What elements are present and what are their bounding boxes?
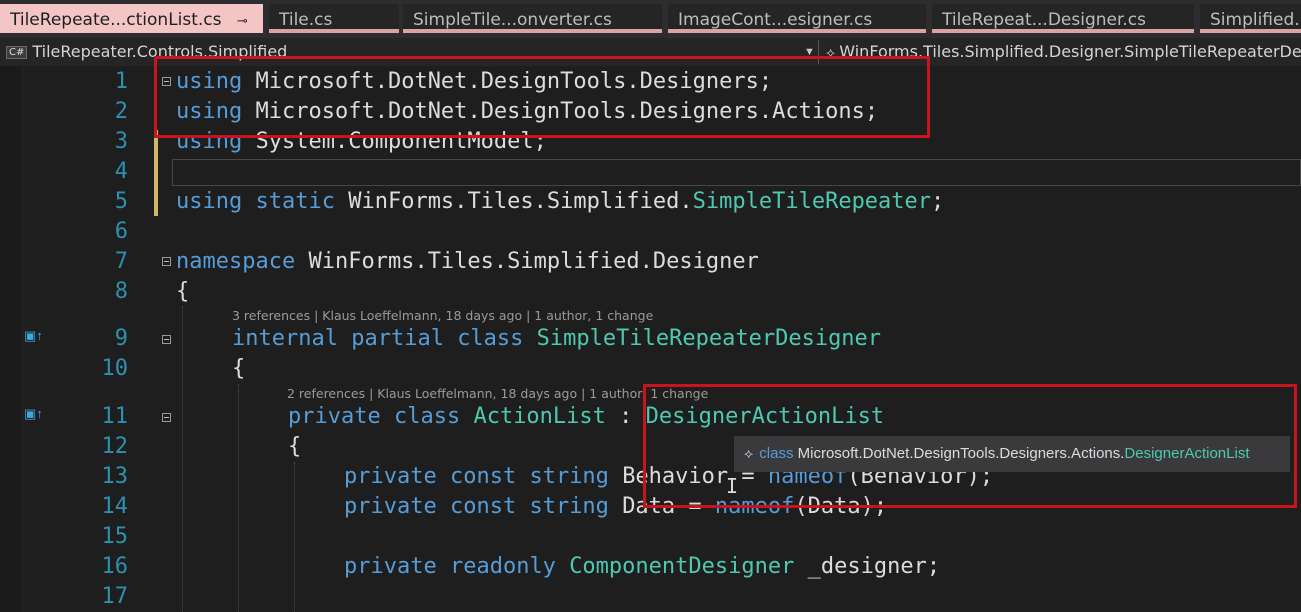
class-symbol-icon: ⟡ bbox=[744, 445, 754, 461]
collapse-region-icon[interactable] bbox=[162, 335, 171, 344]
tab-label: SimpleTile...onverter.cs bbox=[413, 10, 612, 30]
code-line[interactable]: { bbox=[176, 279, 189, 304]
code-editor[interactable]: ▣↑ ▣↑ 1 2 3 4 5 6 7 8 9 10 11 12 13 14 1… bbox=[0, 66, 1301, 612]
line-number: 9 bbox=[114, 326, 128, 351]
line-number: 10 bbox=[101, 356, 129, 381]
tab-imagecont-designer[interactable]: ImageCont...esigner.cs bbox=[668, 4, 926, 33]
tab-label: Simplified... bbox=[1210, 10, 1301, 30]
pin-icon[interactable]: ⊸ bbox=[237, 14, 248, 29]
collapse-region-icon[interactable] bbox=[162, 257, 171, 266]
line-number: 11 bbox=[101, 404, 129, 429]
tooltip-keyword: class bbox=[759, 445, 794, 462]
line-number: 2 bbox=[114, 99, 128, 124]
code-line[interactable]: private readonly ComponentDesigner _desi… bbox=[344, 554, 940, 579]
document-tab-bar: TileRepeate...ctionList.cs ⊸ ● Tile.cs S… bbox=[0, 0, 1301, 38]
tooltip-type: DesignerActionList bbox=[1124, 445, 1250, 462]
tooltip-namespace: Microsoft.DotNet.DesignTools.Designers.A… bbox=[797, 445, 1125, 462]
line-number: 12 bbox=[101, 434, 129, 459]
implements-member-icon[interactable]: ▣↑ bbox=[24, 406, 43, 422]
quickinfo-tooltip: ⟡ class Microsoft.DotNet.DesignTools.Desi… bbox=[734, 436, 1290, 472]
codelens-class[interactable]: 3 references | Klaus Loeffelmann, 18 day… bbox=[232, 308, 653, 323]
code-line[interactable]: using static WinForms.Tiles.Simplified.S… bbox=[176, 189, 944, 214]
tab-simpletile-converter[interactable]: SimpleTile...onverter.cs bbox=[403, 4, 662, 33]
tab-label: Tile.cs bbox=[279, 10, 333, 30]
line-number: 5 bbox=[114, 189, 128, 214]
code-line[interactable]: { bbox=[288, 434, 301, 459]
csharp-project-icon: C# bbox=[6, 46, 28, 59]
tab-tile-cs[interactable]: Tile.cs bbox=[269, 4, 399, 33]
tab-simplified[interactable]: Simplified... bbox=[1200, 4, 1301, 33]
code-line[interactable]: namespace WinForms.Tiles.Simplified.Desi… bbox=[176, 249, 759, 274]
code-line[interactable]: { bbox=[232, 356, 245, 381]
tab-label: ImageCont...esigner.cs bbox=[678, 10, 873, 30]
line-number: 3 bbox=[114, 129, 128, 154]
change-tracking-bar bbox=[154, 130, 158, 216]
indent-guide bbox=[294, 462, 295, 612]
line-number: 17 bbox=[101, 584, 129, 609]
implements-member-icon[interactable]: ▣↑ bbox=[24, 328, 43, 344]
highlight-box-usings bbox=[154, 56, 930, 138]
collapse-region-icon[interactable] bbox=[162, 413, 171, 422]
tab-tilerepeater-actionlist[interactable]: TileRepeate...ctionList.cs ⊸ ● bbox=[0, 4, 263, 33]
line-number: 7 bbox=[114, 249, 128, 274]
line-number: 15 bbox=[101, 524, 129, 549]
indent-guide bbox=[182, 306, 183, 612]
current-line-highlight bbox=[172, 159, 1301, 186]
line-number: 13 bbox=[101, 464, 129, 489]
indent-guide bbox=[238, 384, 239, 612]
line-number: 8 bbox=[114, 279, 128, 304]
tab-label: TileRepeate...ctionList.cs bbox=[10, 10, 222, 30]
glyph-margin[interactable] bbox=[0, 66, 23, 612]
tab-tilerepeat-designer[interactable]: TileRepeat...Designer.cs bbox=[932, 4, 1194, 33]
line-number: 4 bbox=[114, 159, 128, 184]
line-number: 1 bbox=[114, 69, 128, 94]
line-number: 16 bbox=[101, 554, 129, 579]
code-line[interactable]: internal partial class SimpleTileRepeate… bbox=[232, 326, 881, 351]
line-number: 14 bbox=[101, 494, 129, 519]
tab-label: TileRepeat...Designer.cs bbox=[942, 10, 1147, 30]
line-number: 6 bbox=[114, 219, 128, 244]
